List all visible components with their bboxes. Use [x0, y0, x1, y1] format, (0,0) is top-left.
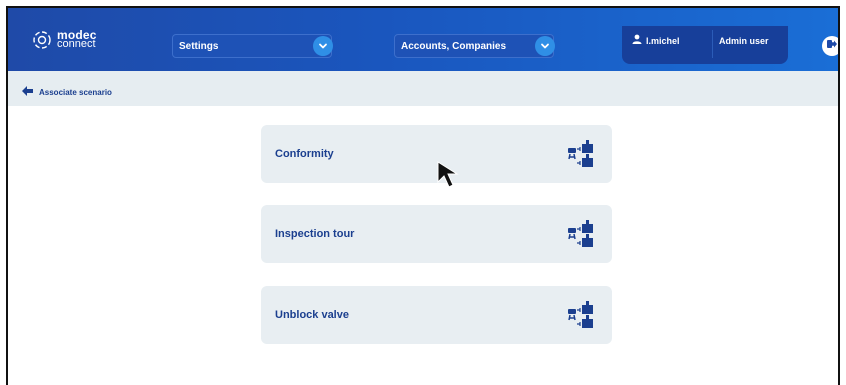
logo-icon	[32, 30, 52, 50]
chevron-down-icon[interactable]	[313, 36, 333, 56]
user-icon	[632, 34, 642, 46]
logout-button[interactable]	[822, 36, 838, 56]
associate-scenario-icon[interactable]	[567, 217, 601, 256]
chevron-down-icon[interactable]	[535, 36, 555, 56]
section-select[interactable]: Accounts, Companies	[394, 34, 555, 58]
sub-header: Associate scenario	[8, 71, 838, 106]
top-navbar: modec connect Settings Accounts, Compani…	[8, 8, 838, 71]
scenario-label: Conformity	[275, 148, 334, 160]
associate-scenario-icon[interactable]	[567, 137, 601, 176]
module-select[interactable]: Settings	[172, 34, 333, 58]
mouse-cursor-icon	[436, 160, 464, 195]
module-select-value: Settings	[179, 40, 219, 52]
user-name: l.michel	[646, 36, 680, 46]
scenario-card-unblock-valve[interactable]: Unblock valve	[261, 286, 612, 344]
section-select-value: Accounts, Companies	[401, 40, 507, 52]
arrow-left-icon	[22, 83, 33, 101]
brand-logo[interactable]: modec connect	[32, 29, 97, 50]
brand-subname: connect	[57, 38, 96, 50]
scenario-label: Inspection tour	[275, 228, 355, 240]
divider	[712, 30, 713, 58]
user-role: Admin user	[719, 36, 769, 46]
scenario-label: Unblock valve	[275, 309, 349, 321]
back-link-label: Associate scenario	[39, 87, 112, 97]
user-panel[interactable]: l.michel Admin user	[622, 26, 788, 64]
logout-icon	[826, 37, 838, 55]
app-window: modec connect Settings Accounts, Compani…	[6, 6, 840, 385]
back-link[interactable]: Associate scenario	[22, 83, 112, 101]
associate-scenario-icon[interactable]	[567, 298, 601, 337]
scenario-card-inspection-tour[interactable]: Inspection tour	[261, 205, 612, 263]
